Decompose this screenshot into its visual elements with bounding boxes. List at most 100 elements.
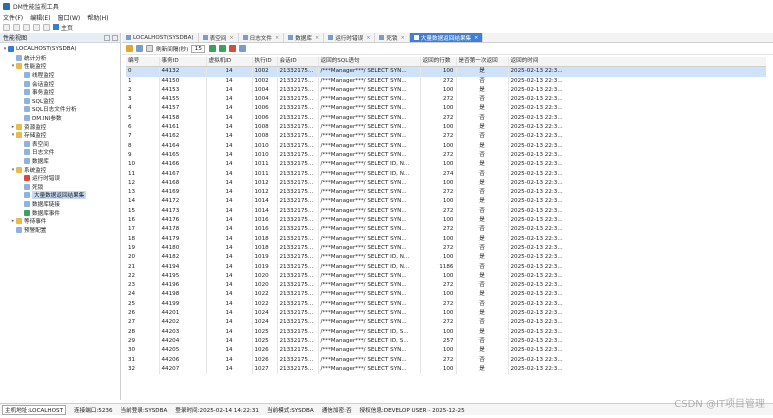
tab[interactable]: LOCALHOST(SYSDBA): [122, 33, 199, 42]
table-row[interactable]: 32 44207 14 1027 21332175.../***Manager***/ …: [126, 364, 766, 375]
tree-item[interactable]: ▾ LOCALHOST(SYSDBA): [0, 45, 120, 54]
column-header[interactable]: 执行ID: [252, 57, 278, 68]
open-icon[interactable]: [13, 23, 20, 31]
column-header[interactable]: 虚拟机ID: [206, 57, 253, 68]
table-row[interactable]: 19 44180 14 1018 21332175.../***Manager***/ …: [126, 243, 766, 254]
column-header[interactable]: 会话ID: [277, 57, 319, 68]
column-header[interactable]: 事务ID: [159, 57, 207, 68]
table-row[interactable]: 21 44194 14 1019 21332175.../***Manager***/ …: [126, 262, 766, 272]
table-row[interactable]: 0 44132 14 1002 21332175.../***Manager***/ S…: [126, 66, 766, 77]
start-icon[interactable]: [219, 45, 227, 52]
table-row[interactable]: 28 44203 14 1025 21332175.../***Manager***/ …: [126, 327, 766, 337]
export-icon[interactable]: [239, 45, 247, 52]
tree-item[interactable]: 事务监控: [0, 88, 120, 97]
tree-item[interactable]: 线程监控: [0, 71, 120, 80]
table-row[interactable]: 4 44157 14 1006 21332175.../***Manager***/ S…: [126, 104, 766, 114]
table-row[interactable]: 20 44182 14 1019 21332175.../***Manager***/ …: [126, 253, 766, 263]
tab[interactable]: 数据库 ×: [284, 33, 325, 42]
tree-item[interactable]: ▾ 系统监控: [0, 165, 120, 174]
column-header[interactable]: 编号: [126, 57, 160, 68]
tab[interactable]: 日志文件 ×: [239, 33, 285, 42]
tree-item[interactable]: 会话监控: [0, 79, 120, 88]
tree-item[interactable]: SQL日志文件分析: [0, 105, 120, 114]
refresh-icon[interactable]: [209, 45, 217, 52]
table-row[interactable]: 11 44167 14 1011 21332175.../***Manager***/ …: [126, 169, 766, 179]
tab[interactable]: 表空间 ×: [199, 33, 239, 42]
refresh-interval-input[interactable]: 15: [191, 44, 206, 53]
close-tab-icon[interactable]: ×: [474, 35, 478, 41]
table-row[interactable]: 24 44198 14 1022 21332175.../***Manager***/ …: [126, 290, 766, 300]
table-row[interactable]: 1 44150 14 1002 21332175.../***Manager***/ S…: [126, 76, 766, 86]
table-row[interactable]: 12 44168 14 1012 21332175.../***Manager***/ …: [126, 178, 766, 189]
table-row[interactable]: 9 44165 14 1010 21332175.../***Manager***/ S…: [126, 150, 766, 161]
back-icon[interactable]: [33, 23, 40, 31]
table-row[interactable]: 2 44153 14 1004 21332175.../***Manager***/ S…: [126, 85, 766, 96]
table-row[interactable]: 17 44178 14 1016 21332175.../***Manager***/ …: [126, 225, 766, 235]
close-tab-icon[interactable]: ×: [401, 35, 405, 41]
menu-edit[interactable]: 编辑(E): [30, 13, 50, 22]
tree-item[interactable]: 大量数据返回结果集: [0, 191, 120, 200]
table-cell: 14: [206, 216, 253, 226]
home-button[interactable]: 主页: [53, 23, 73, 32]
close-tab-icon[interactable]: ×: [366, 35, 370, 41]
table-row[interactable]: 27 44202 14 1024 21332175.../***Manager***/ …: [126, 318, 766, 328]
tree-item[interactable]: 数据库: [0, 157, 120, 166]
column-header[interactable]: 返回的时间: [508, 57, 766, 68]
table-row[interactable]: 26 44201 14 1024 21332175.../***Manager***/ …: [126, 309, 766, 319]
auto-refresh-checkbox[interactable]: [146, 45, 153, 52]
tree-item[interactable]: ▾ 存储监控: [0, 131, 120, 140]
menu-window[interactable]: 窗口(W): [58, 13, 81, 22]
new-icon[interactable]: [3, 23, 10, 31]
table-row[interactable]: 29 44204 14 1025 21332175.../***Manager***/ …: [126, 336, 766, 347]
table-row[interactable]: 8 44164 14 1010 21332175.../***Manager***/ S…: [126, 141, 766, 151]
tree-item[interactable]: 数据库事件: [0, 208, 120, 217]
tree-item[interactable]: ▸ 等待事件: [0, 217, 120, 226]
table-row[interactable]: 22 44195 14 1020 21332175.../***Manager***/ …: [126, 271, 766, 282]
table-row[interactable]: 14 44172 14 1014 21332175.../***Manager***/ …: [126, 197, 766, 207]
forward-icon[interactable]: [43, 23, 50, 31]
table-row[interactable]: 6 44161 14 1008 21332175.../***Manager***/ S…: [126, 123, 766, 133]
table-row[interactable]: 18 44179 14 1018 21332175.../***Manager***/ …: [126, 234, 766, 244]
column-header[interactable]: 返回的行数: [420, 57, 457, 68]
tree-item[interactable]: ▾ 性能监控: [0, 62, 120, 71]
tree-item[interactable]: 表空间: [0, 140, 120, 149]
table-cell: 2025-02-13 22:3...: [508, 216, 766, 226]
table-row[interactable]: 25 44199 14 1022 21332175.../***Manager***/ …: [126, 299, 766, 310]
tree-item[interactable]: DM.INI参数: [0, 114, 120, 123]
table-row[interactable]: 16 44176 14 1016 21332175.../***Manager***/ …: [126, 216, 766, 226]
menu-help[interactable]: 帮助(H): [87, 13, 108, 22]
close-tab-icon[interactable]: ×: [229, 35, 233, 41]
tree-item[interactable]: 数据库链接: [0, 200, 120, 209]
tree-item[interactable]: 预警配置: [0, 225, 120, 234]
table-row[interactable]: 3 44155 14 1004 21332175.../***Manager***/ S…: [126, 95, 766, 105]
close-tab-icon[interactable]: ×: [315, 35, 319, 41]
close-tab-icon[interactable]: ×: [275, 35, 279, 41]
table-row[interactable]: 30 44205 14 1026 21332175.../***Manager***/ …: [126, 346, 766, 356]
tree-item[interactable]: ▸ 资源监控: [0, 122, 120, 131]
tab[interactable]: 运行时错误 ×: [324, 33, 376, 42]
tab[interactable]: 大量数据返回结果集 ×: [409, 33, 484, 42]
column-header[interactable]: 返回的SQL语句: [318, 57, 421, 68]
table-row[interactable]: 7 44162 14 1008 21332175.../***Manager***/ S…: [126, 132, 766, 142]
table-row[interactable]: 13 44169 14 1012 21332175.../***Manager***/ …: [126, 188, 766, 198]
columns-icon[interactable]: [136, 45, 143, 52]
tree-item[interactable]: SQL监控: [0, 97, 120, 106]
tree-item[interactable]: 运行时错误: [0, 174, 120, 183]
column-header[interactable]: 是否第一次返回: [456, 57, 509, 68]
save-icon[interactable]: [23, 23, 30, 31]
menu-file[interactable]: 文件(F): [3, 13, 23, 22]
tree-item[interactable]: 死锁: [0, 183, 120, 192]
tree-item[interactable]: 统计分析: [0, 54, 120, 63]
collapse-icon[interactable]: [104, 34, 110, 41]
tree-item[interactable]: 日志文件: [0, 148, 120, 157]
table-row[interactable]: 23 44196 14 1020 21332175.../***Manager***/ …: [126, 281, 766, 291]
table-row[interactable]: 15 44173 14 1014 21332175.../***Manager***/ …: [126, 206, 766, 217]
minimize-icon[interactable]: [112, 34, 118, 41]
table-cell: 14: [206, 95, 253, 105]
tab[interactable]: 死锁 ×: [375, 33, 410, 42]
table-row[interactable]: 31 44206 14 1026 21332175.../***Manager***/ …: [126, 355, 766, 365]
table-row[interactable]: 5 44158 14 1006 21332175.../***Manager***/ S…: [126, 113, 766, 124]
table-row[interactable]: 10 44166 14 1011 21332175.../***Manager***/ …: [126, 160, 766, 170]
stop-icon[interactable]: [229, 45, 237, 52]
filter-icon[interactable]: [126, 45, 133, 52]
